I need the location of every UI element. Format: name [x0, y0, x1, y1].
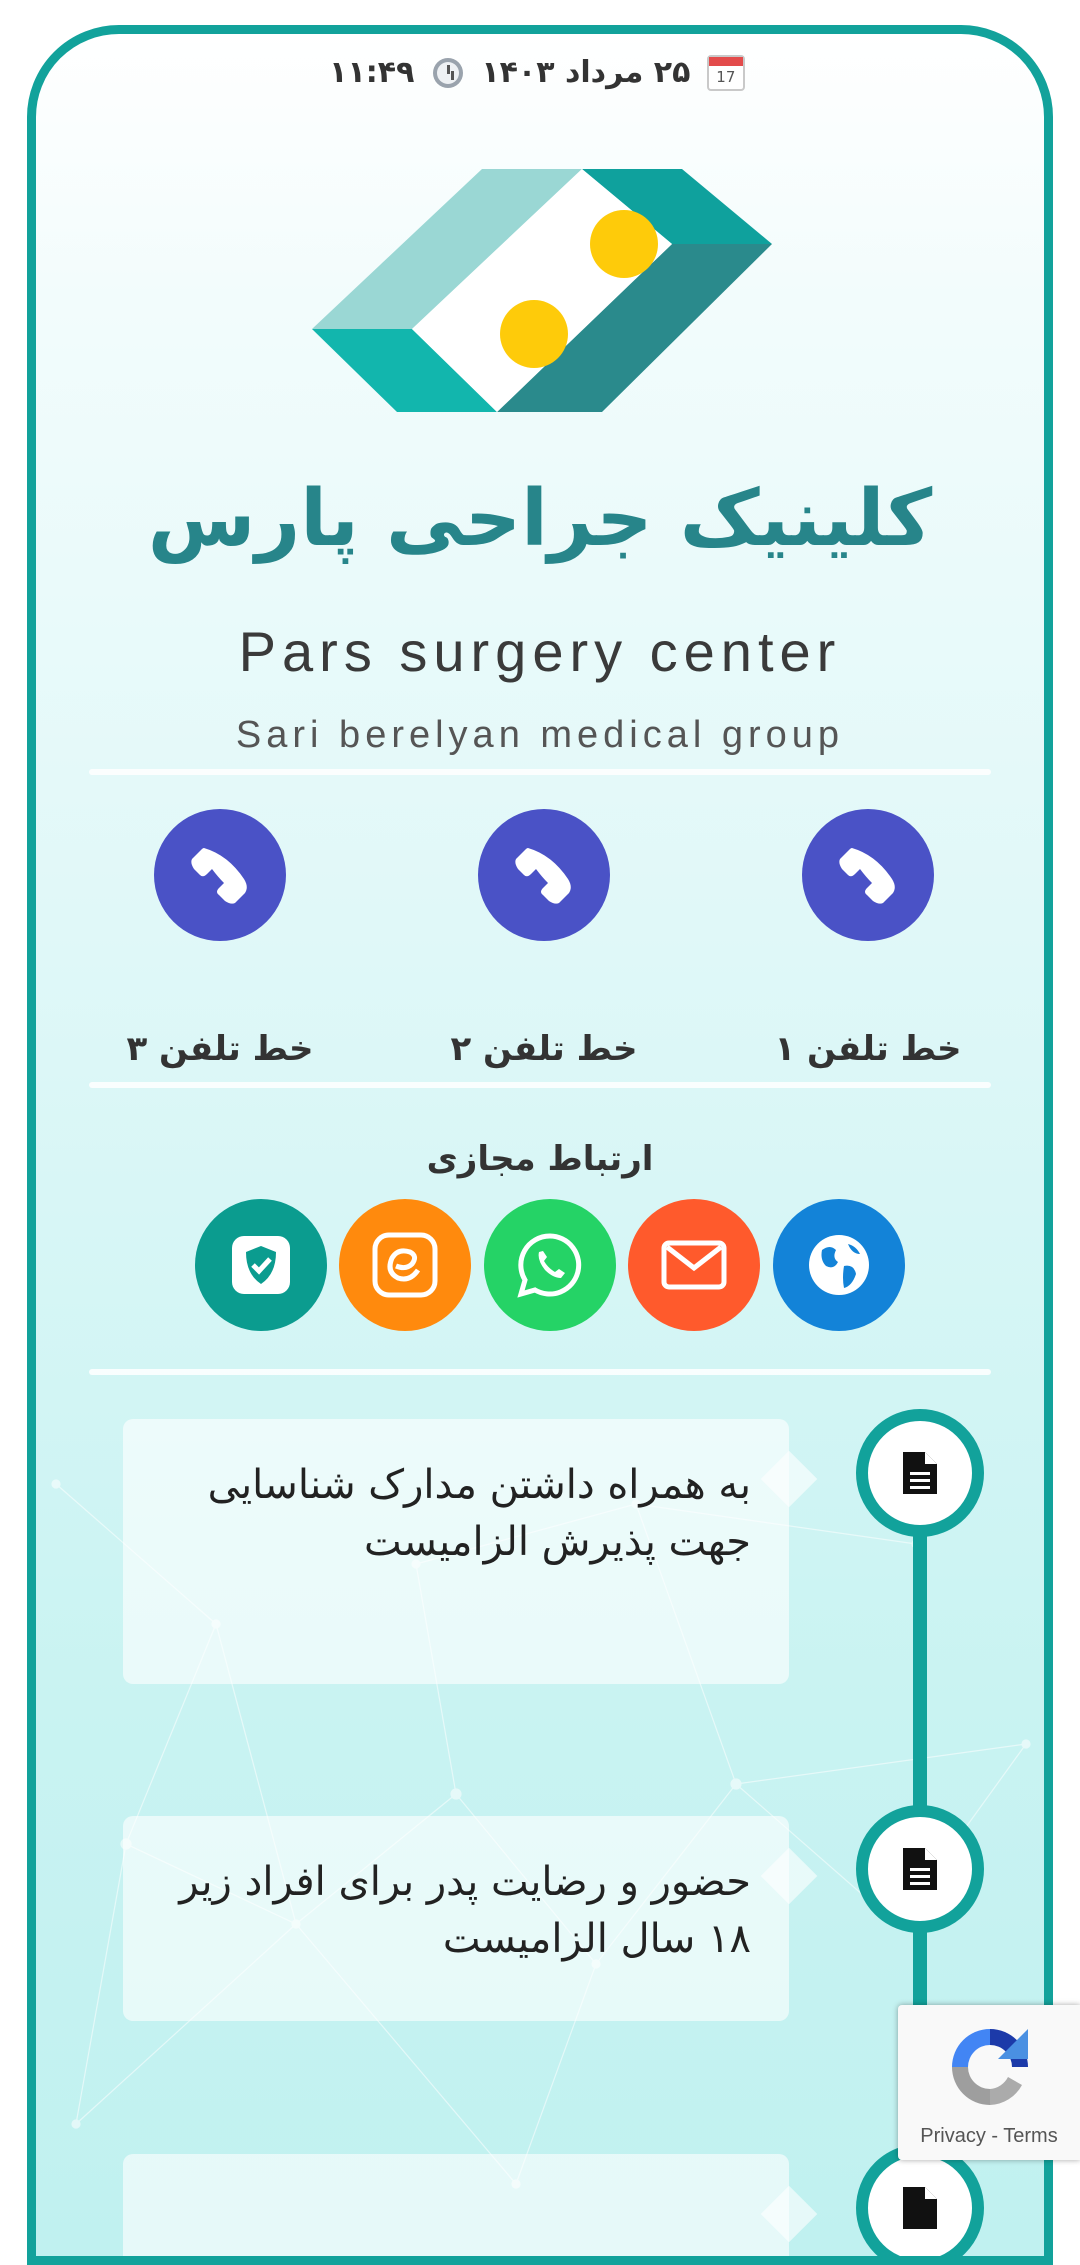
website-button[interactable] [773, 1199, 905, 1331]
recaptcha-icon [952, 2029, 1028, 2105]
status-date: ۲۵ مرداد ۱۴۰۳ [481, 55, 691, 90]
recaptcha-links[interactable]: Privacy - Terms [898, 2125, 1080, 2148]
divider [89, 769, 991, 775]
timeline-node [856, 1805, 984, 1933]
globe-icon [809, 1235, 869, 1295]
status-bar: ۲۵ مرداد ۱۴۰۳ ۱۱:۴۹ [36, 54, 1044, 91]
page-subtitle: Pars surgery center [238, 620, 842, 683]
phone-3-button[interactable] [154, 809, 286, 941]
page-frame: ۲۵ مرداد ۱۴۰۳ ۱۱:۴۹ کلینیک جراحی پارس Pa… [27, 25, 1053, 2265]
document-icon [903, 1452, 937, 1494]
phone-icon [839, 848, 895, 904]
timeline-text: حضور و رضایت پدر برای افراد زیر ۱۸ سال ا… [179, 1859, 751, 1962]
divider [89, 1082, 991, 1088]
eitaa-icon [372, 1232, 438, 1298]
clinic-logo [312, 169, 772, 412]
bale-button[interactable] [195, 1199, 327, 1331]
page-tagline: Sari berelyan medical group [235, 714, 845, 756]
document-icon [903, 1848, 937, 1890]
social-title: ارتباط مجازی [426, 1139, 654, 1179]
phone-2-label[interactable]: خط تلفن ۲ [414, 1029, 674, 1069]
document-icon [903, 2187, 937, 2229]
divider [89, 1369, 991, 1375]
eitaa-button[interactable] [339, 1199, 471, 1331]
timeline-card [123, 2154, 789, 2256]
email-button[interactable] [628, 1199, 760, 1331]
phone-1-label[interactable]: خط تلفن ۱ [738, 1029, 998, 1069]
calendar-icon [706, 54, 745, 91]
status-time: ۱۱:۴۹ [329, 55, 415, 90]
timeline-card: به همراه داشتن مدارک شناسایی جهت پذیرش ا… [123, 1419, 789, 1684]
phone-1-button[interactable] [802, 809, 934, 941]
whatsapp-icon [517, 1233, 582, 1298]
page-title: کلینیک جراحی پارس [147, 474, 933, 564]
timeline-card: حضور و رضایت پدر برای افراد زیر ۱۸ سال ا… [123, 1816, 789, 2021]
phone-icon [191, 848, 247, 904]
phone-3-label[interactable]: خط تلفن ۳ [90, 1029, 350, 1069]
phone-icon [515, 848, 571, 904]
whatsapp-button[interactable] [484, 1199, 616, 1331]
timeline-node [856, 2144, 984, 2256]
phone-2-button[interactable] [478, 809, 610, 941]
envelope-icon [661, 1240, 727, 1290]
shield-check-icon [232, 1236, 290, 1294]
recaptcha-badge[interactable]: Privacy - Terms [898, 2005, 1080, 2160]
timeline-node [856, 1409, 984, 1537]
clock-icon [432, 57, 463, 88]
timeline-text: به همراه داشتن مدارک شناسایی جهت پذیرش ا… [207, 1462, 751, 1565]
